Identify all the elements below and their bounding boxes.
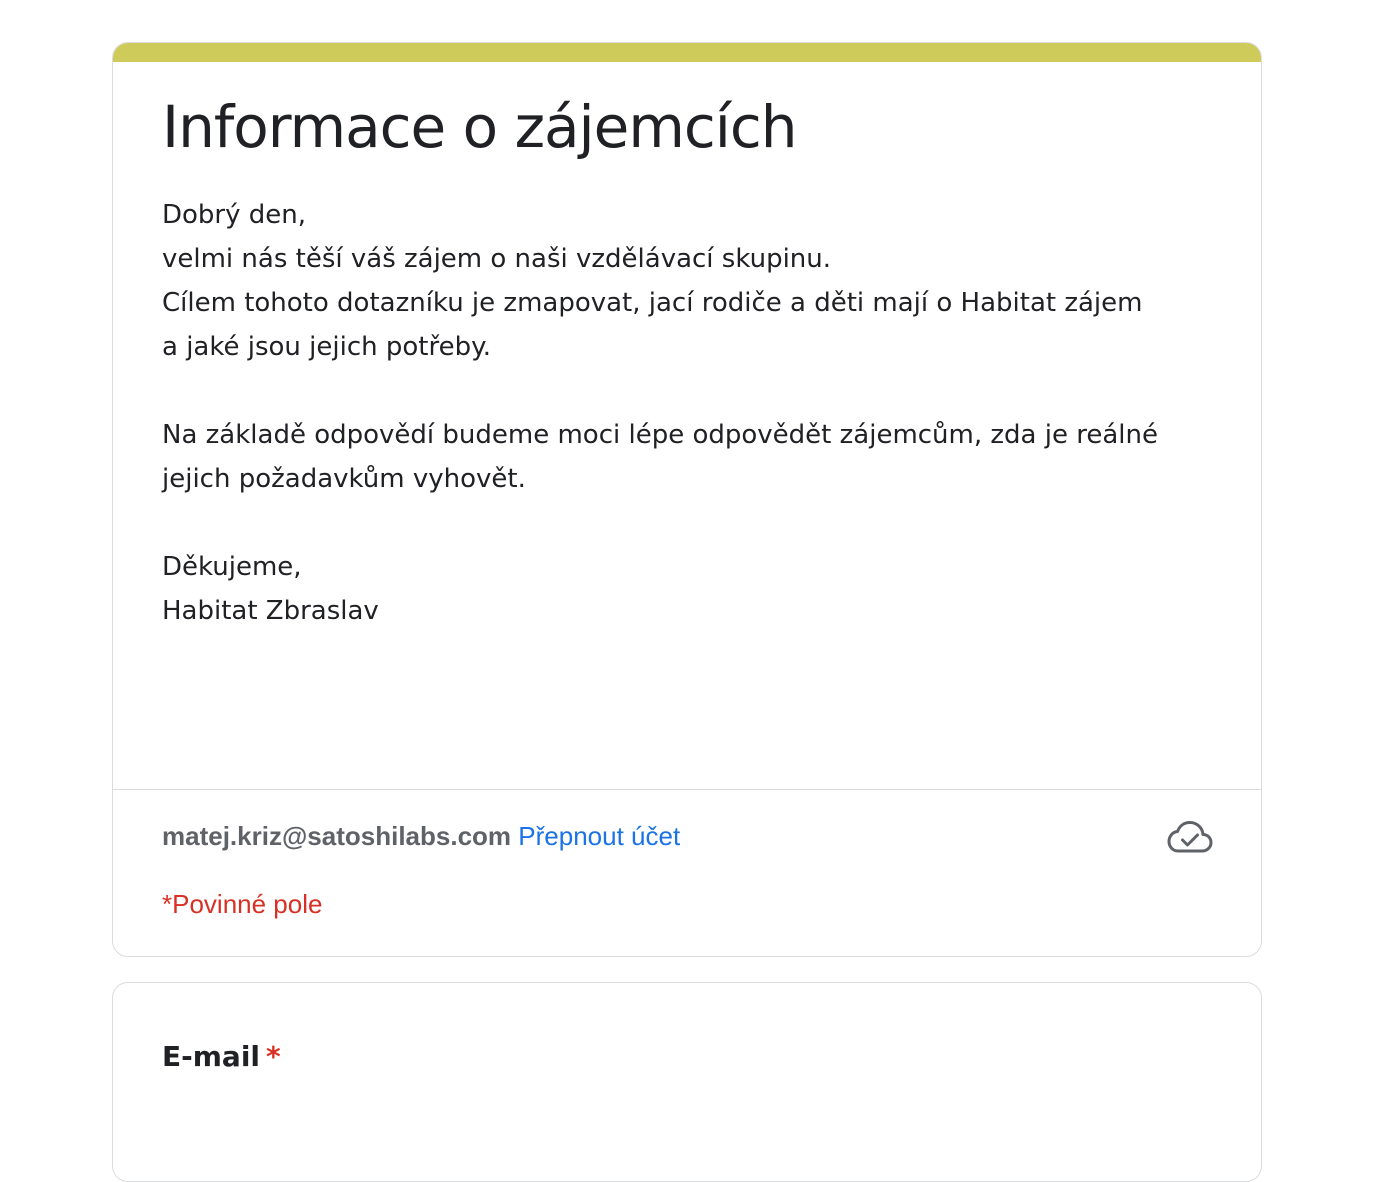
description-line: Děkujeme,	[162, 552, 302, 582]
description-line: a jaké jsou jejich potřeby.	[162, 332, 492, 362]
question-label: E-mail	[162, 1040, 261, 1073]
question-card-email: E-mail *	[112, 982, 1262, 1182]
required-asterisk: *	[266, 1040, 281, 1073]
switch-account-link[interactable]: Přepnout účet	[518, 821, 680, 851]
accent-bar	[113, 43, 1261, 62]
description-spacer	[162, 369, 1222, 413]
description-line: Na základě odpovědí budeme moci lépe odp…	[162, 420, 1158, 450]
divider	[113, 789, 1261, 790]
description-line: Dobrý den,	[162, 200, 307, 230]
required-field-note: *Povinné pole	[162, 889, 323, 919]
form-title: Informace o zájemcích	[162, 93, 798, 161]
description-line: velmi nás těší váš zájem o naši vzděláva…	[162, 244, 832, 274]
description-line: jejich požadavkům vyhovět.	[162, 464, 526, 494]
cloud-done-icon[interactable]	[1167, 820, 1213, 854]
description-line: Habitat Zbraslav	[162, 596, 379, 626]
form-description: Dobrý den, velmi nás těší váš zájem o na…	[162, 193, 1222, 633]
form-container: Informace o zájemcích Dobrý den, velmi n…	[112, 42, 1262, 1182]
account-row: matej.kriz@satoshilabs.com Přepnout účet	[162, 819, 680, 853]
description-line: Cílem tohoto dotazníku je zmapovat, jací…	[162, 288, 1143, 318]
description-spacer	[162, 501, 1222, 545]
form-header-card: Informace o zájemcích Dobrý den, velmi n…	[112, 42, 1262, 957]
question-title: E-mail *	[162, 1037, 281, 1077]
account-email: matej.kriz@satoshilabs.com	[162, 821, 512, 851]
